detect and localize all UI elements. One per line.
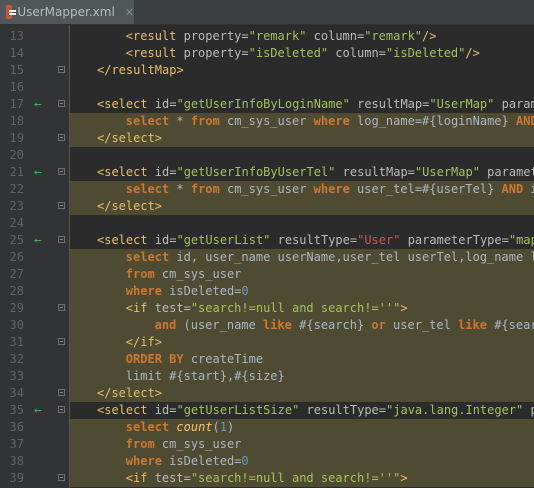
line-number: 20 [9, 148, 24, 162]
code-editor[interactable]: 13 <result property="remark" column="rema… [0, 25, 534, 488]
code-line[interactable]: 28 where isDeleted=0 [0, 283, 534, 300]
code-line[interactable]: 13 <result property="remark" column="rema… [0, 28, 534, 45]
line-number: 13 [9, 29, 24, 43]
code-text: <if test="search!=null and search!=''"> [125, 471, 408, 485]
code-text: select count(1) [125, 420, 235, 434]
navigate-arrow-icon[interactable]: ← [34, 233, 42, 248]
code-text: limit #{start},#{size} [125, 369, 285, 383]
line-number: 22 [9, 182, 24, 196]
line-number: 33 [9, 369, 24, 383]
xml-file-icon [6, 5, 17, 19]
fold-toggle-icon[interactable] [58, 202, 65, 209]
code-line[interactable]: 18 select * from cm_sys_user where log_na… [0, 113, 534, 130]
tab-filename: UserMapper.xml [17, 5, 115, 19]
code-line[interactable]: 29 <if test="search!=null and search!=''"… [0, 300, 534, 317]
fold-toggle-icon[interactable] [58, 66, 65, 73]
code-line[interactable]: 20 [0, 147, 534, 164]
code-line[interactable]: 14 <result property="isDeleted" column="i… [0, 45, 534, 62]
line-number: 21 [9, 165, 24, 179]
navigate-arrow-icon[interactable]: ← [34, 403, 42, 418]
line-number: 26 [9, 250, 24, 264]
code-line[interactable]: 39 <if test="search!=null and search!=''"… [0, 470, 534, 487]
code-line[interactable]: 31 </if> [0, 334, 534, 351]
code-text: and (user_name like #{search} or user_te… [154, 318, 534, 332]
code-text: <if test="search!=null and search!=''"> [125, 301, 408, 315]
line-number: 24 [9, 216, 24, 230]
navigate-arrow-icon[interactable]: ← [34, 97, 42, 112]
line-number: 39 [9, 471, 24, 485]
line-number: 19 [9, 131, 24, 145]
code-line[interactable]: 17 ← <select id="getUserInfoByLoginName" r… [0, 96, 534, 113]
line-number: 28 [9, 284, 24, 298]
code-text: ORDER BY createTime [125, 352, 264, 366]
code-line[interactable]: 21 ← <select id="getUserInfoByUserTel" res… [0, 164, 534, 181]
line-number: 37 [9, 437, 24, 451]
line-number: 25 [9, 233, 24, 247]
navigate-arrow-icon[interactable]: ← [34, 165, 42, 180]
line-number: 36 [9, 420, 24, 434]
code-text: select * from cm_sys_user where log_name… [125, 114, 534, 128]
fold-toggle-icon[interactable] [58, 389, 65, 396]
line-number: 35 [9, 403, 24, 417]
code-text: where isDeleted=0 [125, 284, 249, 298]
code-line[interactable]: 33 limit #{start},#{size} [0, 368, 534, 385]
code-line[interactable]: 35 ← <select id="getUserListSize" resultTy… [0, 402, 534, 419]
code-text: <select id="getUserInfoByUserTel" result… [97, 165, 534, 179]
fold-toggle-icon[interactable] [58, 100, 65, 107]
code-line[interactable]: 27 from cm_sys_user [0, 266, 534, 283]
line-number: 31 [9, 335, 24, 349]
tab-usermapper-xml[interactable]: UserMapper.xml ✕ [0, 0, 134, 24]
line-number: 29 [9, 301, 24, 315]
fold-toggle-icon[interactable] [58, 134, 65, 141]
code-line[interactable]: 24 [0, 215, 534, 232]
fold-toggle-icon[interactable] [58, 338, 65, 345]
code-text: select * from cm_sys_user where user_tel… [125, 182, 534, 196]
code-line[interactable]: 15 </resultMap> [0, 62, 534, 79]
code-line[interactable]: 36 select count(1) [0, 419, 534, 436]
code-text: </resultMap> [97, 63, 184, 77]
code-line[interactable]: 25 ← <select id="getUserList" resultType="… [0, 232, 534, 249]
code-line[interactable]: 19 </select> [0, 130, 534, 147]
code-text: where isDeleted=0 [125, 454, 249, 468]
code-text: <result property="remark" column="remark… [125, 29, 437, 43]
line-number: 34 [9, 386, 24, 400]
line-number: 30 [9, 318, 24, 332]
code-text: </if> [125, 335, 162, 349]
fold-toggle-icon[interactable] [58, 406, 65, 413]
line-number: 17 [9, 97, 24, 111]
code-text: from cm_sys_user [125, 437, 242, 451]
code-line[interactable]: 30 and (user_name like #{search} or user_… [0, 317, 534, 334]
line-number: 16 [9, 80, 24, 94]
line-number: 14 [9, 46, 24, 60]
code-line[interactable]: 16 [0, 79, 534, 96]
line-number: 32 [9, 352, 24, 366]
code-text: <select id="getUserListSize" resultType=… [97, 403, 534, 417]
code-text: from cm_sys_user [125, 267, 242, 281]
code-line[interactable]: 23 </select> [0, 198, 534, 215]
code-text: <select id="getUserInfoByLoginName" resu… [97, 97, 534, 111]
close-icon[interactable]: ✕ [125, 6, 134, 19]
code-line[interactable]: 32 ORDER BY createTime [0, 351, 534, 368]
code-text: </select> [97, 386, 163, 400]
code-line[interactable]: 22 select * from cm_sys_user where user_t… [0, 181, 534, 198]
line-number: 18 [9, 114, 24, 128]
line-number: 38 [9, 454, 24, 468]
editor-tab-bar: UserMapper.xml ✕ [0, 0, 534, 25]
code-text: </select> [97, 131, 163, 145]
fold-toggle-icon[interactable] [58, 304, 65, 311]
code-line[interactable]: 38 where isDeleted=0 [0, 453, 534, 470]
line-number: 23 [9, 199, 24, 213]
code-line[interactable]: 34 </select> [0, 385, 534, 402]
code-text: <result property="isDeleted" column="isD… [125, 46, 480, 60]
code-line[interactable]: 37 from cm_sys_user [0, 436, 534, 453]
code-text: <select id="getUserList" resultType="Use… [97, 233, 534, 247]
line-number: 15 [9, 63, 24, 77]
code-text: select id, user_name userName,user_tel u… [125, 250, 534, 264]
fold-toggle-icon[interactable] [58, 168, 65, 175]
fold-toggle-icon[interactable] [58, 236, 65, 243]
code-text: </select> [97, 199, 163, 213]
line-number: 27 [9, 267, 24, 281]
code-line[interactable]: 26 select id, user_name userName,user_tel… [0, 249, 534, 266]
fold-toggle-icon[interactable] [58, 474, 65, 481]
